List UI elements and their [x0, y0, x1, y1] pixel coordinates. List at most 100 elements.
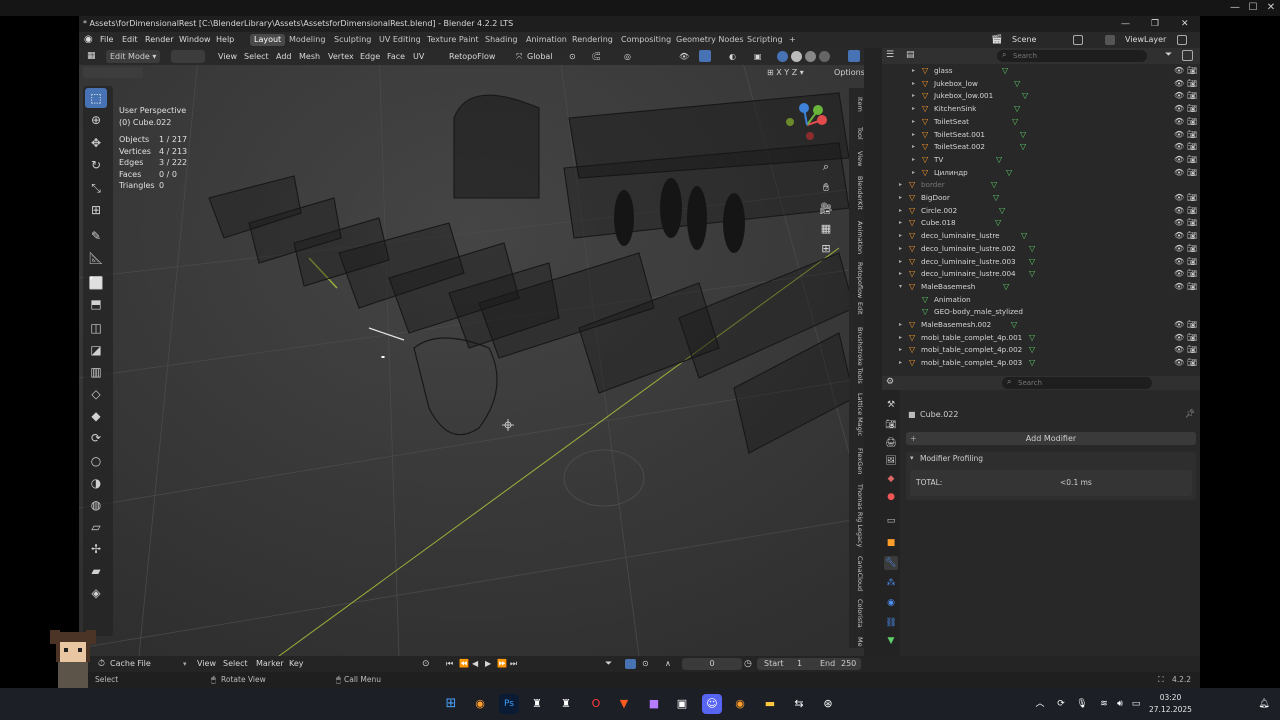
- 3d-viewport[interactable]: ▦ Edit Mode ▾ View Select Add Mesh Verte…: [79, 48, 864, 656]
- outliner-row[interactable]: ▸ ▽ TV ▽ 👁︎ 📷︎: [882, 154, 1200, 167]
- add-workspace-button[interactable]: +: [785, 34, 800, 46]
- mesh-data-icon[interactable]: ▽: [1011, 319, 1017, 332]
- chevron-right-icon[interactable]: ▸: [912, 90, 915, 103]
- mesh-data-icon[interactable]: ▽: [1014, 103, 1020, 116]
- collection-tab-icon[interactable]: ▭: [884, 514, 898, 528]
- inset-icon[interactable]: ◫: [85, 318, 107, 338]
- menu-file[interactable]: File: [100, 32, 113, 48]
- properties-search-input[interactable]: Search: [1002, 377, 1152, 389]
- bevel-icon[interactable]: ◪: [85, 340, 107, 360]
- step-back-icon[interactable]: ⏪: [459, 656, 469, 672]
- visibility-eye-icon[interactable]: 👁︎: [1174, 205, 1184, 218]
- sidebar-tab[interactable]: View: [852, 148, 864, 170]
- visibility-eye-icon[interactable]: 👁︎: [1174, 65, 1184, 78]
- chevron-down-icon[interactable]: ▾: [910, 454, 914, 462]
- extrude-icon[interactable]: ⬒: [85, 294, 107, 314]
- visibility-eye-icon[interactable]: 👁︎: [1174, 116, 1184, 129]
- sidebar-tab[interactable]: Retopoflow: [852, 262, 864, 298]
- visibility-eye-icon[interactable]: 👁︎: [1174, 332, 1184, 345]
- render-camera-icon[interactable]: 📷︎: [1187, 230, 1197, 243]
- outliner-row[interactable]: ▸ ▽ deco_luminaire_lustre.004 ▽ 👁︎ 📷︎: [882, 268, 1200, 281]
- sidebar-tab[interactable]: Colorista: [852, 596, 864, 630]
- sidebar-tab[interactable]: CanaCloud: [852, 554, 864, 594]
- visibility-eye-icon[interactable]: 👁︎: [1174, 141, 1184, 154]
- brave-app-icon[interactable]: ▼: [614, 694, 634, 714]
- mesh-data-icon[interactable]: ▽: [1029, 256, 1035, 269]
- mesh-data-icon[interactable]: ▽: [1002, 65, 1008, 78]
- panel-title[interactable]: Modifier Profiling: [920, 454, 983, 463]
- tab-animation[interactable]: Animation: [522, 34, 571, 46]
- render-camera-icon[interactable]: 📷︎: [1187, 243, 1197, 256]
- visibility-eye-icon[interactable]: 👁︎: [1174, 243, 1184, 256]
- outliner-row[interactable]: ▸ ▽ ToiletSeat.001 ▽ 👁︎ 📷︎: [882, 129, 1200, 142]
- tab-geometry-nodes[interactable]: Geometry Nodes: [672, 34, 747, 46]
- tool-tab-icon[interactable]: ⚒: [884, 398, 898, 412]
- filter-icon[interactable]: ⏷: [1165, 50, 1172, 60]
- view-layer-name[interactable]: ViewLayer: [1125, 32, 1166, 48]
- discord-app-icon[interactable]: ☺: [702, 694, 722, 714]
- output-tab-icon[interactable]: 🖨︎: [884, 436, 898, 450]
- data-tab-icon[interactable]: ▼: [884, 634, 898, 648]
- sidebar-tab[interactable]: Animation: [852, 216, 864, 260]
- render-camera-icon[interactable]: 📷︎: [1187, 344, 1197, 357]
- mesh-data-icon[interactable]: ▽: [1029, 357, 1035, 370]
- outliner-row[interactable]: ▸ ▽ mobi_table_complet_4p.003 ▽ 👁︎ 📷︎: [882, 357, 1200, 370]
- chevron-right-icon[interactable]: ▸: [912, 78, 915, 91]
- chevron-down-icon[interactable]: ▾: [183, 656, 187, 672]
- chevron-right-icon[interactable]: ▸: [899, 243, 902, 256]
- minimize-icon[interactable]: —: [1121, 16, 1130, 32]
- add-modifier-button[interactable]: + Add Modifier: [906, 432, 1196, 445]
- retopoflow-button[interactable]: RetopoFlow: [449, 48, 495, 65]
- tab-sculpting[interactable]: Sculpting: [330, 34, 375, 46]
- folder-icon[interactable]: ▬: [760, 694, 780, 714]
- physics-tab-icon[interactable]: ◉: [884, 596, 898, 610]
- blender-app-icon[interactable]: ◉: [730, 694, 750, 714]
- mesh-data-icon[interactable]: ▽: [991, 179, 997, 192]
- pin-icon[interactable]: 📌︎: [1185, 409, 1195, 418]
- render-camera-icon[interactable]: 📷︎: [1187, 103, 1197, 116]
- shrink-fatten-icon[interactable]: ◍: [85, 495, 107, 515]
- rendered-shading-icon[interactable]: [819, 51, 830, 62]
- add-cube-icon[interactable]: ⬜: [85, 273, 107, 293]
- editor-type-icon[interactable]: ▦: [87, 48, 96, 65]
- timeline-menu-select[interactable]: Select: [223, 656, 248, 672]
- render-camera-icon[interactable]: 📷︎: [1187, 268, 1197, 281]
- navigation-gizmo[interactable]: [782, 100, 832, 150]
- timeline-menu-marker[interactable]: Marker: [256, 656, 284, 672]
- render-camera-icon[interactable]: 📷︎: [1187, 332, 1197, 345]
- scene-tab-icon[interactable]: ◆: [884, 472, 898, 486]
- chevron-right-icon[interactable]: ▸: [912, 154, 915, 167]
- display-mode-icon[interactable]: ▤: [906, 50, 915, 60]
- menu-face[interactable]: Face: [387, 48, 405, 65]
- outliner-row[interactable]: ▾ ▽ MaleBasemesh ▽ 👁︎ 📷︎: [882, 281, 1200, 294]
- outliner-row[interactable]: ▸ ▽ KitchenSink ▽ 👁︎ 📷︎: [882, 103, 1200, 116]
- visibility-eye-icon[interactable]: 👁︎: [1174, 129, 1184, 142]
- chevron-right-icon[interactable]: ▸: [912, 141, 915, 154]
- render-camera-icon[interactable]: 📷︎: [1187, 90, 1197, 103]
- ortho-grid-icon[interactable]: ⊞: [817, 240, 835, 258]
- mesh-data-icon[interactable]: ▽: [1029, 344, 1035, 357]
- steam-app-icon[interactable]: ⊛: [818, 694, 838, 714]
- chevron-right-icon[interactable]: ▸: [899, 268, 902, 281]
- tray-chevron-up-icon[interactable]: ︿: [1030, 694, 1050, 714]
- auto-keying-icon[interactable]: [625, 659, 636, 669]
- tray-app-icon[interactable]: ⟳: [1051, 694, 1071, 714]
- options-dropdown[interactable]: Options: [834, 68, 864, 77]
- outliner-row[interactable]: ▸ ▽ Цилиндр ▽ 👁︎ 📷︎: [882, 167, 1200, 180]
- filter-icon[interactable]: ⏷: [605, 656, 612, 672]
- annotate-icon[interactable]: ✎: [85, 226, 107, 246]
- solid-shading-icon[interactable]: [791, 51, 802, 62]
- sidebar-tab[interactable]: Me: [852, 633, 864, 651]
- constraints-tab-icon[interactable]: ⛓︎: [884, 616, 898, 630]
- camera-view-icon[interactable]: 🎥︎: [817, 200, 835, 218]
- timeline-menu-view[interactable]: View: [197, 656, 216, 672]
- app-icon[interactable]: ⇆: [789, 694, 809, 714]
- outliner-row[interactable]: ▸ ▽ deco_luminaire_lustre ▽ 👁︎ 📷︎: [882, 230, 1200, 243]
- chevron-right-icon[interactable]: ▸: [912, 65, 915, 78]
- sidebar-tab[interactable]: Lattice Magic: [852, 390, 864, 440]
- menu-select[interactable]: Select: [244, 48, 269, 65]
- visibility-eye-icon[interactable]: 👁︎: [1174, 344, 1184, 357]
- outliner-row[interactable]: ▸ ▽ Circle.002 ▽ 👁︎ 📷︎: [882, 205, 1200, 218]
- pan-hand-icon[interactable]: ✋︎: [817, 179, 835, 197]
- object-tab-icon[interactable]: ■: [884, 536, 898, 550]
